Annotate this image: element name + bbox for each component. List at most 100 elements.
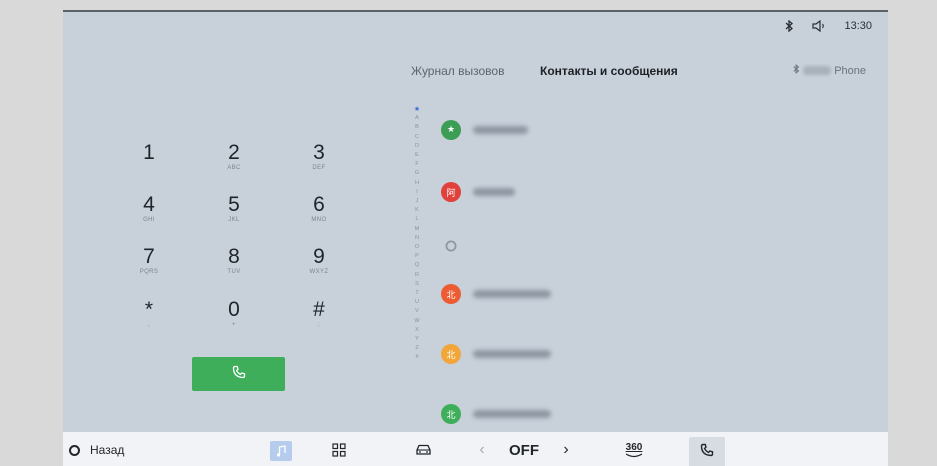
contact-avatar: 北 (441, 344, 461, 364)
key-letters: JKL (228, 217, 240, 223)
star-icon: ★ (441, 120, 461, 140)
contact-avatar: 北 (441, 404, 461, 424)
key-6[interactable]: 6 MNO (299, 194, 339, 224)
key-letters: TUV (227, 269, 241, 275)
alphabet-index-letter[interactable]: X (415, 326, 419, 335)
phone-name-blurred (803, 66, 832, 75)
alphabet-index-letter[interactable]: Y (415, 335, 419, 344)
music-icon[interactable] (270, 441, 292, 461)
bottom-bar: Назад ‹ OFF › 360 (63, 432, 888, 466)
back-label: Назад (90, 443, 125, 457)
contact-avatar: 北 (441, 284, 461, 304)
key-letters: ABC (227, 165, 241, 171)
alphabet-index-letter[interactable]: B (415, 123, 419, 132)
chevron-left-icon[interactable]: ‹ (474, 432, 490, 466)
alphabet-index-letter[interactable]: M (415, 225, 420, 234)
alphabet-index-letter[interactable]: H (415, 179, 419, 188)
alphabet-index-letter[interactable]: O (415, 243, 419, 252)
alphabet-index-letter[interactable]: I (416, 188, 418, 197)
key-9[interactable]: 9 WXYZ (299, 246, 339, 276)
key-digit: 9 (313, 245, 325, 268)
connected-phone: Phone (793, 64, 866, 77)
alphabet-index[interactable]: ★ A B C D E F G H I J K L M N O P Q R S T U V W X Y Z # (412, 105, 422, 363)
key-letters: PQRS (139, 269, 159, 275)
key-digit: 5 (228, 193, 240, 216)
contact-name-blurred (473, 188, 515, 196)
circle-icon (69, 444, 80, 456)
placeholder-icon (441, 236, 461, 256)
key-5[interactable]: 5 JKL (214, 194, 254, 224)
alphabet-index-letter[interactable]: J (416, 197, 419, 206)
alphabet-index-letter[interactable]: W (414, 317, 419, 326)
alphabet-index-letter[interactable]: C (415, 133, 419, 142)
bluetooth-icon (785, 20, 794, 32)
phone-icon (232, 365, 246, 384)
alphabet-index-letter[interactable]: V (415, 307, 419, 316)
alphabet-index-letter[interactable]: R (415, 271, 419, 280)
contact-item[interactable]: 北 (441, 404, 551, 424)
alphabet-index-letter[interactable]: Q (415, 261, 419, 270)
alphabet-index-letter[interactable]: P (415, 252, 419, 261)
key-3[interactable]: 3 DEF (299, 142, 339, 172)
call-button[interactable] (192, 357, 285, 391)
key-digit: 6 (313, 193, 325, 216)
key-digit: 7 (143, 245, 155, 268)
alphabet-index-letter[interactable]: U (415, 298, 419, 307)
alphabet-index-letter[interactable]: N (415, 234, 419, 243)
tab-call-log[interactable]: Журнал вызовов (411, 64, 504, 78)
view-360-label: 360 (625, 441, 643, 453)
key-digit: 1 (143, 141, 155, 164)
key-letters: + (232, 322, 236, 328)
key-2[interactable]: 2 ABC (214, 142, 254, 172)
status-bar: 13:30 (785, 20, 872, 32)
contact-name-blurred (473, 350, 551, 358)
contact-name-blurred (473, 290, 551, 298)
key-letters: GHI (143, 217, 155, 223)
clock: 13:30 (844, 20, 872, 32)
alphabet-index-letter[interactable]: Z (415, 344, 418, 353)
key-hash[interactable]: #; (299, 299, 339, 329)
key-star[interactable]: *, (129, 299, 169, 329)
tab-contacts-messages[interactable]: Контакты и сообщения (540, 64, 678, 78)
contact-item[interactable] (441, 236, 461, 256)
contact-name-blurred (473, 410, 551, 418)
volume-icon[interactable] (812, 20, 826, 32)
contact-item[interactable]: 北 (441, 344, 551, 364)
contact-item[interactable]: ★ (441, 120, 528, 140)
contact-item[interactable]: 阿 (441, 182, 515, 202)
alphabet-index-letter[interactable]: G (415, 169, 419, 178)
contact-item[interactable]: 北 (441, 284, 551, 304)
contact-name-blurred (473, 126, 528, 134)
key-letters: DEF (312, 165, 326, 171)
bluetooth-icon (793, 64, 800, 77)
key-digit: 0 (228, 298, 240, 321)
key-7[interactable]: 7 PQRS (129, 246, 169, 276)
key-1[interactable]: 1 (129, 142, 169, 164)
chevron-right-icon[interactable]: › (558, 432, 574, 466)
alphabet-index-letter[interactable]: K (415, 206, 419, 215)
key-digit: 3 (313, 141, 325, 164)
contact-avatar: 阿 (441, 182, 461, 202)
key-8[interactable]: 8 TUV (214, 246, 254, 276)
alphabet-index-letter[interactable]: T (415, 289, 418, 298)
phone-nav-button[interactable] (689, 437, 725, 466)
phone-icon (700, 443, 714, 462)
alphabet-index-letter[interactable]: A (415, 114, 419, 123)
car-icon[interactable] (411, 432, 435, 466)
alphabet-index-letter[interactable]: # (415, 353, 418, 362)
alphabet-index-letter[interactable]: F (415, 160, 418, 169)
key-letters: , (147, 322, 151, 328)
key-4[interactable]: 4 GHI (129, 194, 169, 224)
alphabet-index-letter[interactable]: E (415, 151, 419, 160)
key-0[interactable]: 0 + (214, 299, 254, 329)
alphabet-index-letter[interactable]: S (415, 280, 419, 289)
key-letters: MNO (311, 217, 327, 223)
camera-360-icon[interactable]: 360 (617, 432, 651, 466)
grid-icon[interactable] (327, 432, 351, 466)
alphabet-index-letter[interactable]: D (415, 142, 419, 151)
key-digit: 2 (228, 141, 240, 164)
alphabet-index-letter[interactable]: L (415, 215, 418, 224)
alphabet-index-favorites[interactable]: ★ (414, 105, 420, 114)
back-button[interactable]: Назад (69, 432, 159, 466)
climate-value: OFF (509, 441, 539, 459)
